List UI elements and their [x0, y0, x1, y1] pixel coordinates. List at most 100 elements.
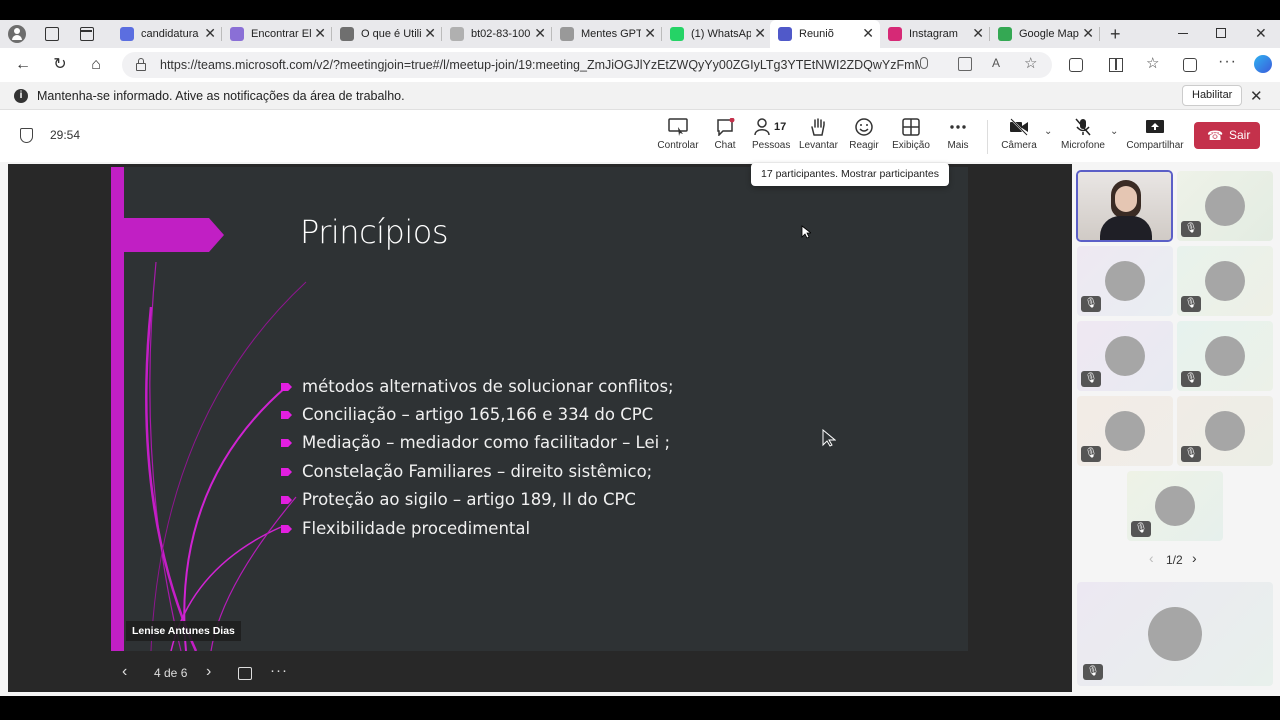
- participant-tile[interactable]: 🎙: [1177, 246, 1273, 316]
- info-icon: i: [14, 89, 28, 103]
- collections-icon[interactable]: [1183, 58, 1197, 72]
- participants-next-icon[interactable]: ›: [1192, 550, 1197, 566]
- split-screen-icon[interactable]: [1109, 58, 1123, 72]
- extensions-icon[interactable]: [1069, 58, 1083, 72]
- people-label: Pessoas: [752, 140, 791, 151]
- favorite-star-icon[interactable]: ☆: [1024, 54, 1037, 72]
- slide-more-icon[interactable]: ···: [270, 662, 288, 679]
- react-button[interactable]: Reagir: [848, 118, 880, 158]
- tab-label: Encontrar Ele: [251, 28, 311, 40]
- chat-button[interactable]: Chat: [709, 118, 741, 158]
- tab-close-icon[interactable]: ✕: [1082, 26, 1094, 40]
- workspaces-icon[interactable]: [45, 27, 59, 41]
- camera-options-chevron-icon[interactable]: ⌄: [1044, 126, 1052, 137]
- tab-close-icon[interactable]: ✕: [754, 26, 766, 40]
- share-button[interactable]: Compartilhar: [1126, 118, 1184, 158]
- chat-icon: [717, 118, 735, 136]
- meeting-toolbar: 29:54 Controlar Chat Pessoas 17 Levantar…: [0, 110, 1280, 162]
- browser-tab[interactable]: Google Map ✕: [990, 20, 1100, 48]
- previous-slide-icon[interactable]: ‹: [122, 663, 127, 681]
- tab-favicon-icon: [230, 27, 244, 41]
- lock-icon[interactable]: [136, 58, 146, 71]
- tab-favicon-icon: [670, 27, 684, 41]
- slide-bullet: métodos alternativos de solucionar confl…: [281, 377, 674, 396]
- more-label: Mais: [947, 140, 969, 151]
- tab-close-icon[interactable]: ✕: [204, 26, 216, 40]
- browser-tab[interactable]: Reuniõ ✕: [770, 20, 880, 48]
- participants-prev-icon[interactable]: ‹: [1149, 550, 1154, 566]
- read-aloud-icon[interactable]: A: [992, 56, 1000, 70]
- tab-close-icon[interactable]: ✕: [862, 26, 874, 40]
- camera-button[interactable]: Câmera: [1000, 118, 1038, 158]
- slide-grid-icon[interactable]: [238, 667, 252, 680]
- control-button[interactable]: Controlar: [656, 118, 700, 158]
- participant-tile[interactable]: 🎙: [1077, 321, 1173, 391]
- muted-mic-icon: 🎙: [1181, 446, 1201, 462]
- refresh-icon[interactable]: ↻: [51, 56, 69, 74]
- restore-icon[interactable]: [1216, 28, 1226, 38]
- raise-hand-button[interactable]: Levantar: [799, 118, 838, 158]
- participant-tile[interactable]: 🎙: [1177, 321, 1273, 391]
- microphone-label: Microfone: [1061, 140, 1105, 151]
- notification-infobar: i Mantenha-se informado. Ative as notifi…: [0, 82, 1280, 110]
- tab-close-icon[interactable]: ✕: [314, 26, 326, 40]
- browser-tab[interactable]: Instagram ✕: [880, 20, 990, 48]
- participant-tile[interactable]: 🎙: [1077, 246, 1173, 316]
- browser-tab[interactable]: Mentes GPT- ✕: [552, 20, 662, 48]
- people-button[interactable]: Pessoas 17: [752, 118, 790, 158]
- minimize-icon[interactable]: [1178, 33, 1188, 34]
- slide-bullet: Constelação Familiares – direito sistêmi…: [281, 462, 652, 481]
- view-button[interactable]: Exibição: [892, 118, 930, 158]
- tab-close-icon[interactable]: ✕: [972, 26, 984, 40]
- tab-close-icon[interactable]: ✕: [424, 26, 436, 40]
- slide-bullet: Conciliação – artigo 165,166 e 334 do CP…: [281, 405, 653, 424]
- mic-permission-icon[interactable]: [920, 57, 928, 69]
- browser-tab[interactable]: O que é Utili ✕: [332, 20, 442, 48]
- mic-options-chevron-icon[interactable]: ⌄: [1110, 126, 1118, 137]
- url-field[interactable]: https://teams.microsoft.com/v2/?meetingj…: [122, 52, 1052, 78]
- microphone-button[interactable]: Microfone: [1060, 118, 1106, 158]
- profile-icon[interactable]: [8, 25, 26, 43]
- share-icon: [1146, 120, 1164, 133]
- tab-actions-icon[interactable]: [80, 27, 94, 41]
- toolbar-divider: [987, 120, 988, 154]
- avatar: [1105, 261, 1145, 301]
- self-view-tile[interactable]: 🎙: [1077, 582, 1273, 686]
- participant-video-tile[interactable]: [1076, 170, 1173, 242]
- participant-tile[interactable]: 🎙: [1177, 171, 1273, 241]
- camera-off-icon: [1010, 118, 1028, 136]
- url-text: https://teams.microsoft.com/v2/?meetingj…: [160, 58, 920, 72]
- presentation-slide: Princípios métodos alternativos de soluc…: [111, 167, 968, 651]
- participant-tile[interactable]: 🎙: [1077, 396, 1173, 466]
- leave-label: Sair: [1229, 128, 1251, 142]
- tab-favicon-icon: [998, 27, 1012, 41]
- enable-notifications-button[interactable]: Habilitar: [1182, 85, 1243, 106]
- browser-menu-icon[interactable]: ···: [1218, 53, 1237, 71]
- participant-tile[interactable]: 🎙: [1127, 471, 1223, 541]
- tab-label: bt02-83-100: [471, 28, 531, 40]
- browser-tab[interactable]: candidatura ✕: [112, 20, 222, 48]
- app-available-icon[interactable]: [958, 57, 972, 71]
- tab-separator: [1099, 27, 1100, 41]
- browser-tab[interactable]: Encontrar Ele ✕: [222, 20, 332, 48]
- tab-label: candidatura: [141, 28, 199, 40]
- next-slide-icon[interactable]: ›: [206, 663, 211, 681]
- home-icon[interactable]: ⌂: [87, 56, 105, 74]
- participant-tile[interactable]: 🎙: [1177, 396, 1273, 466]
- tab-close-icon[interactable]: ✕: [534, 26, 546, 40]
- muted-mic-icon: 🎙: [1181, 221, 1201, 237]
- avatar: [1105, 336, 1145, 376]
- more-button[interactable]: Mais: [944, 118, 972, 158]
- infobar-close-icon[interactable]: ✕: [1250, 87, 1263, 105]
- favorites-icon[interactable]: ☆: [1146, 54, 1159, 72]
- copilot-icon[interactable]: [1254, 55, 1272, 73]
- window-close-icon[interactable]: ✕: [1255, 25, 1267, 42]
- new-tab-icon[interactable]: +: [1110, 24, 1121, 45]
- browser-tab[interactable]: (1) WhatsApp✕: [662, 20, 772, 48]
- back-icon[interactable]: ←: [14, 56, 32, 74]
- tab-close-icon[interactable]: ✕: [644, 26, 656, 40]
- browser-tab[interactable]: bt02-83-100 ✕: [442, 20, 552, 48]
- tab-label: (1) WhatsApp: [691, 28, 751, 40]
- top-black-strip: [0, 0, 1280, 20]
- leave-button[interactable]: ☎ Sair: [1194, 122, 1260, 149]
